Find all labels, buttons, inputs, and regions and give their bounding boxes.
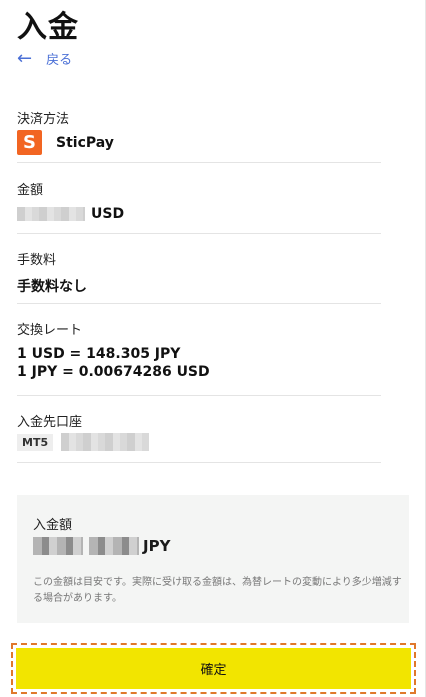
account-number-redacted (61, 433, 150, 451)
payment-method-value: SticPay (56, 134, 114, 151)
summary-label: 入金額 (33, 518, 73, 533)
amount-label: 金額 (17, 183, 44, 198)
amount-currency: USD (91, 206, 125, 222)
divider (17, 303, 381, 304)
confirm-button[interactable]: 確定 (16, 648, 411, 689)
exchange-rate-line1: 1 USD = 148.305 JPY (17, 346, 181, 362)
exchange-rate-line2: 1 JPY = 0.00674286 USD (17, 364, 210, 380)
divider (17, 395, 381, 396)
summary-amount-redacted-1 (33, 537, 83, 555)
deposit-account-section: 入金先口座 MT5 (17, 411, 381, 451)
exchange-rate-label: 交換レート (17, 323, 83, 338)
sticpay-logo-icon: S (17, 130, 42, 155)
summary-note: この金額は目安です。実際に受け取る金額は、為替レートの変動により多少増減する場合… (33, 577, 402, 604)
back-link[interactable]: ← 戻る (17, 49, 72, 68)
deposit-summary-box: 入金額 JPY この金額は目安です。実際に受け取る金額は、為替レートの変動により… (17, 495, 409, 623)
payment-method-label: 決済方法 (17, 112, 70, 127)
fee-section: 手数料 手数料なし (17, 249, 381, 296)
divider (17, 233, 381, 234)
summary-currency: JPY (143, 537, 171, 555)
arrow-left-icon: ← (17, 47, 33, 69)
back-label: 戻る (46, 53, 73, 68)
fee-label: 手数料 (17, 253, 57, 268)
deposit-account-label: 入金先口座 (17, 415, 83, 430)
amount-redacted-value (17, 207, 85, 221)
exchange-rate-section: 交換レート 1 USD = 148.305 JPY 1 JPY = 0.0067… (17, 319, 381, 380)
divider (17, 162, 381, 163)
divider (17, 462, 381, 463)
platform-badge: MT5 (17, 433, 54, 451)
amount-section: 金額 USD (17, 179, 381, 222)
page-title: 入金 (17, 10, 79, 45)
summary-amount-redacted-2 (89, 537, 139, 555)
deposit-confirmation-page: 入金 ← 戻る 決済方法 S SticPay 金額 USD 手数料 手数料なし … (0, 0, 426, 697)
confirm-button-highlight: 確定 (11, 643, 416, 694)
payment-method-section: 決済方法 S SticPay (17, 108, 381, 155)
fee-value: 手数料なし (17, 279, 87, 295)
